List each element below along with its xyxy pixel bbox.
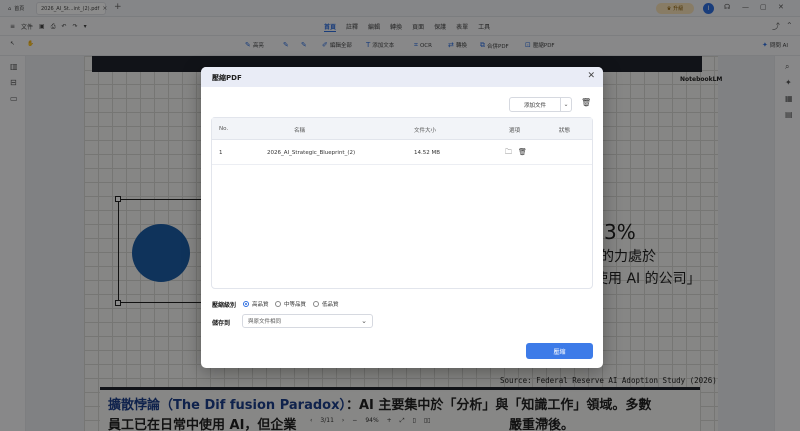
row-name: 2026_AI_Strategic_Blueprint_(2) [267, 150, 356, 156]
table-header: No. 名稱 文件大小 選項 狀態 [212, 118, 592, 140]
save-location-value: 與原文件相同 [248, 319, 282, 325]
dialog-header: 壓縮PDF ✕ [201, 67, 603, 87]
open-folder-icon[interactable]: 🗀 [505, 148, 512, 159]
radio-high-quality-label: 高品質 [252, 302, 269, 308]
radio-medium-quality[interactable]: 中等品質 [275, 300, 306, 308]
row-size: 14.52 MB [414, 150, 441, 156]
radio-icon [275, 301, 281, 307]
chevron-down-icon: ⌄ [361, 317, 367, 325]
compress-button[interactable]: 壓縮 [526, 343, 593, 359]
close-icon[interactable]: ✕ [587, 71, 595, 81]
add-file-button[interactable]: 添加文件 [509, 97, 561, 112]
compress-pdf-dialog: 壓縮PDF ✕ 添加文件 ⌄ 🗑 No. 名稱 文件大小 選項 狀態 1 202… [201, 67, 603, 368]
radio-low-quality-label: 低品質 [322, 302, 339, 308]
compression-level-label: 壓縮級別 [212, 302, 237, 309]
col-status: 狀態 [559, 128, 571, 134]
table-row[interactable]: 1 2026_AI_Strategic_Blueprint_(2) 14.52 … [212, 141, 592, 165]
clear-all-trash-icon[interactable]: 🗑 [581, 98, 591, 107]
save-location-select[interactable]: 與原文件相同 ⌄ [242, 314, 373, 328]
col-size: 文件大小 [414, 128, 437, 134]
col-no: No. [219, 126, 229, 132]
col-options: 選項 [509, 128, 521, 134]
col-name: 名稱 [294, 128, 306, 134]
radio-high-quality[interactable]: 高品質 [243, 300, 269, 308]
chevron-down-icon[interactable]: ⌄ [561, 97, 572, 112]
file-table: No. 名稱 文件大小 選項 狀態 1 2026_AI_Strategic_Bl… [211, 117, 593, 289]
dialog-title: 壓縮PDF [212, 74, 242, 82]
radio-icon [313, 301, 319, 307]
radio-low-quality[interactable]: 低品質 [313, 300, 339, 308]
delete-icon[interactable]: 🗑 [518, 148, 527, 156]
radio-medium-quality-label: 中等品質 [284, 302, 307, 308]
row-no: 1 [219, 150, 223, 156]
save-to-label: 儲存到 [212, 320, 231, 327]
radio-selected-icon [243, 301, 249, 307]
